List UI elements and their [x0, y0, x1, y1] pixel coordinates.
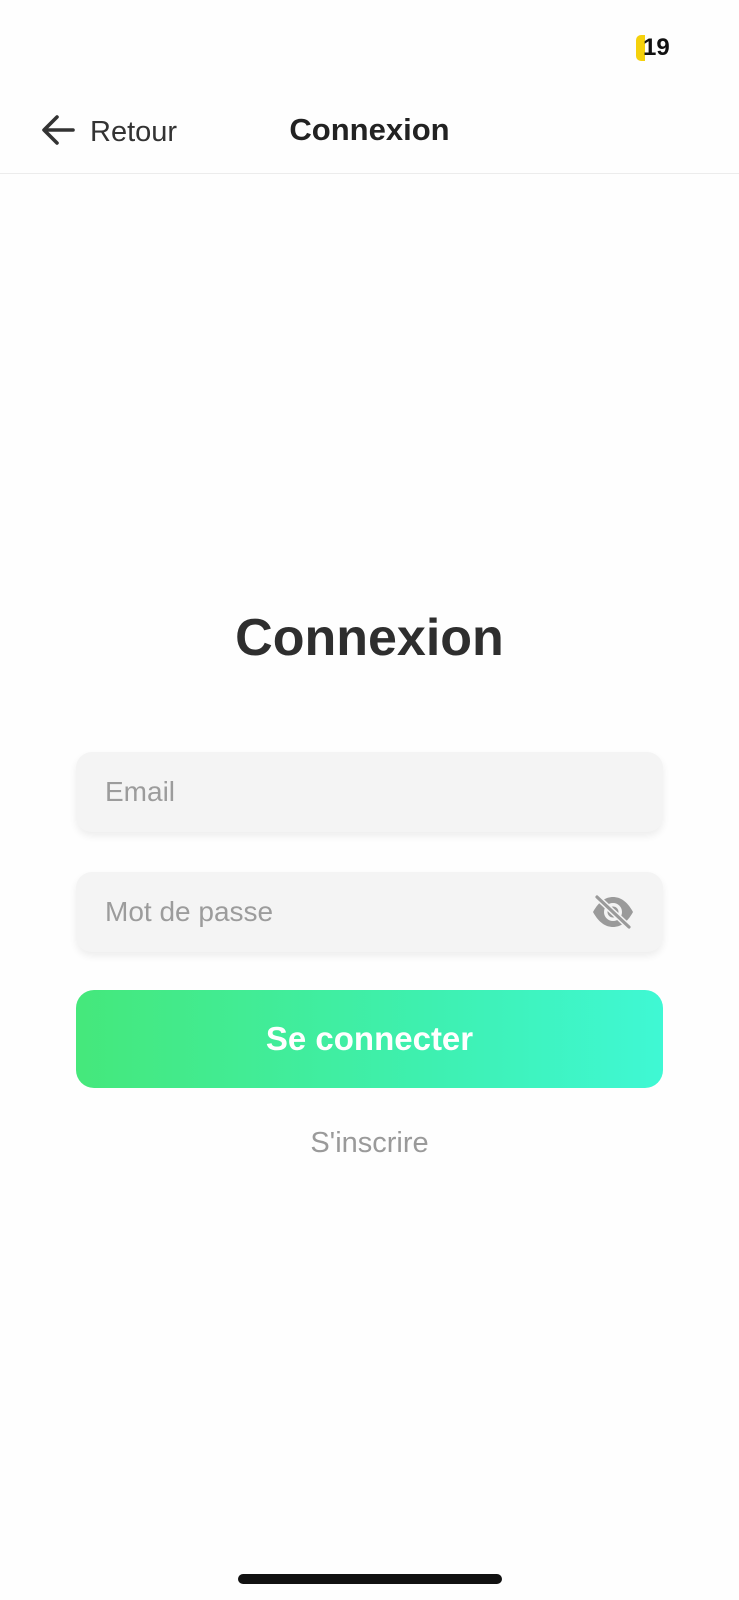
login-button[interactable]: Se connecter: [76, 990, 663, 1088]
status-bar: 19: [0, 0, 739, 90]
password-field-container: [76, 872, 663, 952]
login-screen: 19 Retour Connexion Connexion Email Se c…: [0, 0, 739, 1600]
page-title: Connexion: [235, 609, 504, 667]
eye-slash-icon[interactable]: [591, 892, 635, 932]
battery-level: 19: [643, 34, 670, 61]
email-field-container: [76, 752, 663, 832]
navigation-header: Retour Connexion: [0, 90, 739, 174]
signup-link[interactable]: S'inscrire: [0, 1127, 739, 1160]
header-title: Connexion: [289, 112, 450, 147]
battery-indicator: 19: [636, 34, 670, 62]
email-field[interactable]: [76, 752, 663, 832]
password-field[interactable]: [76, 872, 663, 952]
home-indicator[interactable]: [238, 1574, 502, 1584]
